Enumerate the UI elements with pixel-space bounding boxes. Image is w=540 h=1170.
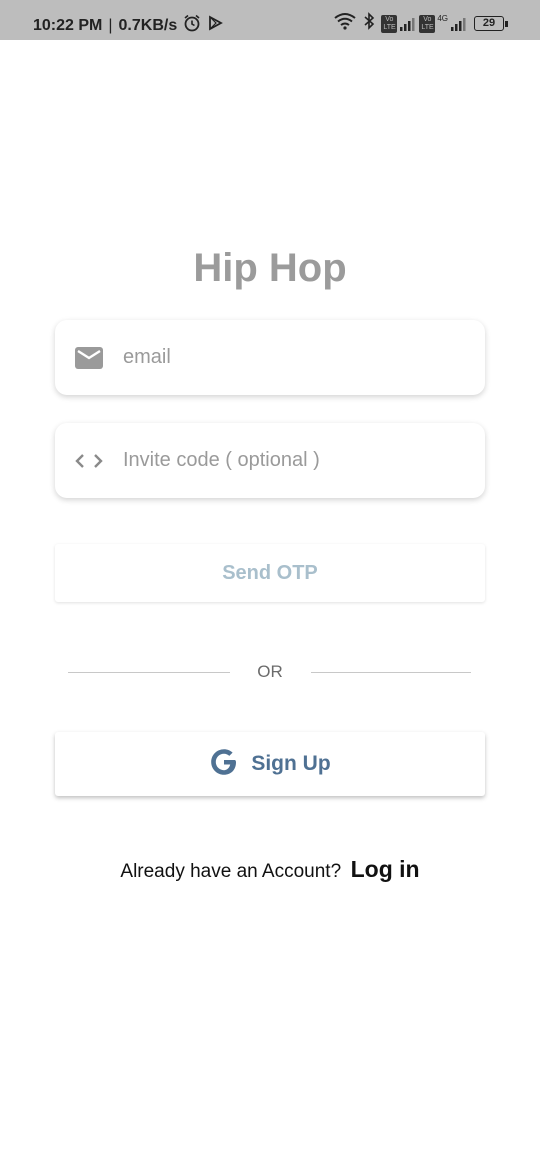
invite-code-input[interactable]	[121, 448, 455, 473]
send-otp-label: Send OTP	[222, 561, 318, 584]
google-sign-up-button[interactable]: Sign Up	[55, 732, 485, 796]
signal-icon: Vo LTE Vo LTE 4G	[381, 14, 468, 33]
login-question: Already have an Account?	[120, 861, 342, 882]
email-icon	[73, 342, 105, 374]
login-link[interactable]: Log in	[351, 856, 420, 882]
app-title: Hip Hop	[193, 246, 347, 290]
status-bar-left: 10:22 PM | 0.7KB/s	[33, 14, 224, 37]
status-separator: |	[108, 16, 113, 34]
status-speed: 0.7KB/s	[118, 16, 178, 34]
battery-level: 29	[474, 16, 504, 31]
code-icon	[73, 445, 105, 477]
alarm-icon	[183, 14, 201, 37]
play-icon	[207, 15, 224, 36]
network-type: 4G	[437, 14, 448, 23]
email-input[interactable]	[121, 345, 455, 370]
send-otp-button[interactable]: Send OTP	[55, 544, 485, 602]
invite-code-field-container[interactable]	[55, 423, 485, 498]
divider-line-right	[311, 672, 471, 673]
battery-icon: 29	[474, 16, 508, 31]
status-time: 10:22 PM	[33, 16, 103, 34]
email-field-container[interactable]	[55, 320, 485, 395]
google-icon	[209, 747, 239, 782]
or-divider: OR	[0, 662, 540, 684]
status-bar-right: Vo LTE Vo LTE 4G 29	[333, 12, 508, 35]
sim1-volte-badge: Vo LTE	[381, 14, 398, 33]
wifi-icon	[333, 12, 357, 35]
status-bar: 10:22 PM | 0.7KB/s Vo LTE Vo LTE 4G 29	[0, 0, 540, 40]
bluetooth-icon	[363, 12, 375, 35]
google-sign-up-label: Sign Up	[251, 752, 331, 775]
login-prompt: Already have an Account? Log in	[0, 856, 540, 883]
sim2-volte-badge: Vo LTE	[419, 14, 436, 33]
